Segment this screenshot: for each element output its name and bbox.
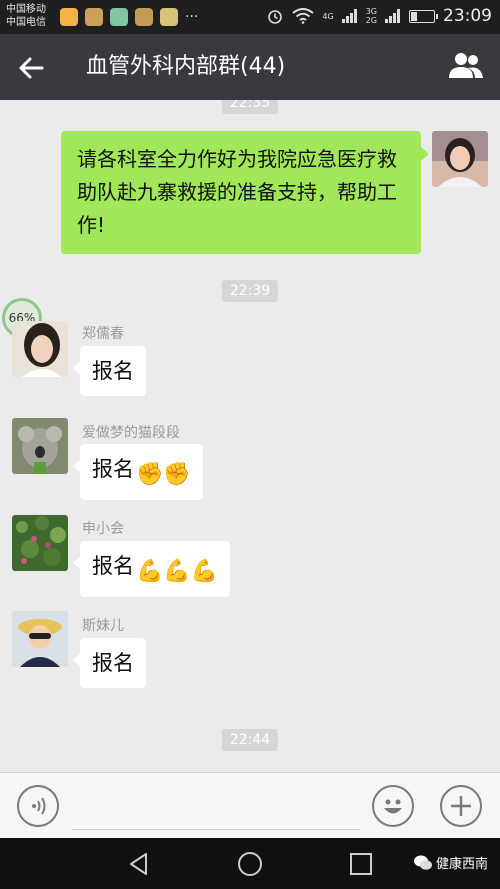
status-right: 4G 3G 2G 23:09: [266, 6, 492, 26]
network-1: 4G: [322, 12, 333, 21]
timestamp: 22:35: [221, 100, 279, 114]
carrier-labels: 中国移动 中国电信: [6, 3, 46, 29]
people-icon[interactable]: [446, 50, 486, 82]
system-nav-bar: 健康西南: [0, 838, 500, 889]
emoji-button[interactable]: [372, 785, 414, 827]
watermark: 健康西南: [413, 853, 488, 872]
signal-icon: [385, 9, 400, 23]
message-bubble[interactable]: 报名: [73, 346, 146, 396]
avatar[interactable]: [12, 515, 68, 571]
sender-name: 郑儒春: [82, 326, 124, 342]
avatar-image: [12, 611, 68, 667]
plus-icon: [451, 796, 471, 816]
avatar-image: [12, 515, 68, 571]
app-notify-icon: [160, 8, 178, 26]
voice-icon: [32, 797, 46, 815]
avatar[interactable]: [12, 418, 68, 474]
wifi-icon: [292, 8, 315, 24]
message-bubble[interactable]: 报名: [73, 638, 146, 688]
recents-square-icon[interactable]: [348, 851, 374, 877]
message-text: 报名: [92, 554, 134, 578]
avatar[interactable]: [432, 131, 488, 187]
network-type-label: 2G: [365, 16, 377, 25]
avatar-image: [12, 418, 68, 474]
sender-name: 斯妹儿: [82, 618, 124, 634]
message-input[interactable]: [72, 829, 360, 830]
back-triangle-icon[interactable]: [126, 851, 152, 877]
message-bubble[interactable]: 报名💪💪💪: [72, 541, 231, 597]
network-2: 3G 2G: [366, 7, 377, 25]
sender-name: 申小会: [82, 521, 124, 537]
fist-emoji: ✊✊: [136, 462, 191, 487]
more-button[interactable]: [440, 785, 482, 827]
my-message-bubble[interactable]: 请各科室全力作好为我院应急医疗救助队赴九寨救援的准备支持，帮助工作!: [61, 131, 429, 254]
timestamp: 22:44: [221, 729, 279, 751]
chat-title: 血管外科内部群(44): [86, 54, 286, 79]
signal-icon: [341, 9, 357, 23]
more-dots-icon: ···: [185, 9, 199, 25]
app-notify-icon: [85, 8, 103, 26]
message-text: 报名: [92, 457, 134, 481]
sender-name: 爱做梦的猫段段: [82, 425, 180, 441]
avatar[interactable]: [12, 321, 68, 377]
flexed-biceps-emoji: 💪💪💪: [136, 559, 219, 584]
message-bubble[interactable]: 报名✊✊: [73, 444, 203, 500]
my-avatar-image: [432, 131, 488, 187]
message-text: 报名: [92, 359, 134, 383]
message-text: 报名: [92, 651, 134, 675]
wechat-logo-icon: [413, 855, 432, 870]
battery-icon: [409, 9, 438, 23]
input-bar: [0, 772, 500, 838]
app-notify-icon: [60, 8, 78, 26]
notification-icons: ···: [60, 8, 198, 26]
arrow-left-icon[interactable]: [16, 52, 48, 84]
header: 血管外科内部群(44): [0, 34, 500, 100]
carrier-1: 中国移动: [6, 4, 46, 15]
avatar-image: [12, 321, 68, 377]
home-circle-icon[interactable]: [237, 851, 263, 877]
status-bar: 中国移动 中国电信 ··· 4G 3G 2G 23:09: [0, 0, 500, 34]
app-notify-icon: [110, 8, 128, 26]
network-type-label: 3G: [365, 7, 377, 16]
clock: 23:09: [443, 6, 492, 26]
alarm-icon: [268, 10, 283, 24]
app-notify-icon: [135, 8, 153, 26]
timestamp: 22:39: [221, 280, 279, 302]
watermark-text: 健康西南: [435, 857, 488, 872]
carrier-2: 中国电信: [6, 17, 46, 28]
avatar[interactable]: [12, 611, 68, 667]
chat-area[interactable]: 22:35 请各科室全力作好为我院应急医疗救助队赴九寨救援的准备支持，帮助工作!…: [0, 100, 500, 772]
smiley-icon: [384, 799, 402, 814]
network-type-label: 4G: [322, 11, 334, 21]
voice-button[interactable]: [17, 785, 59, 827]
